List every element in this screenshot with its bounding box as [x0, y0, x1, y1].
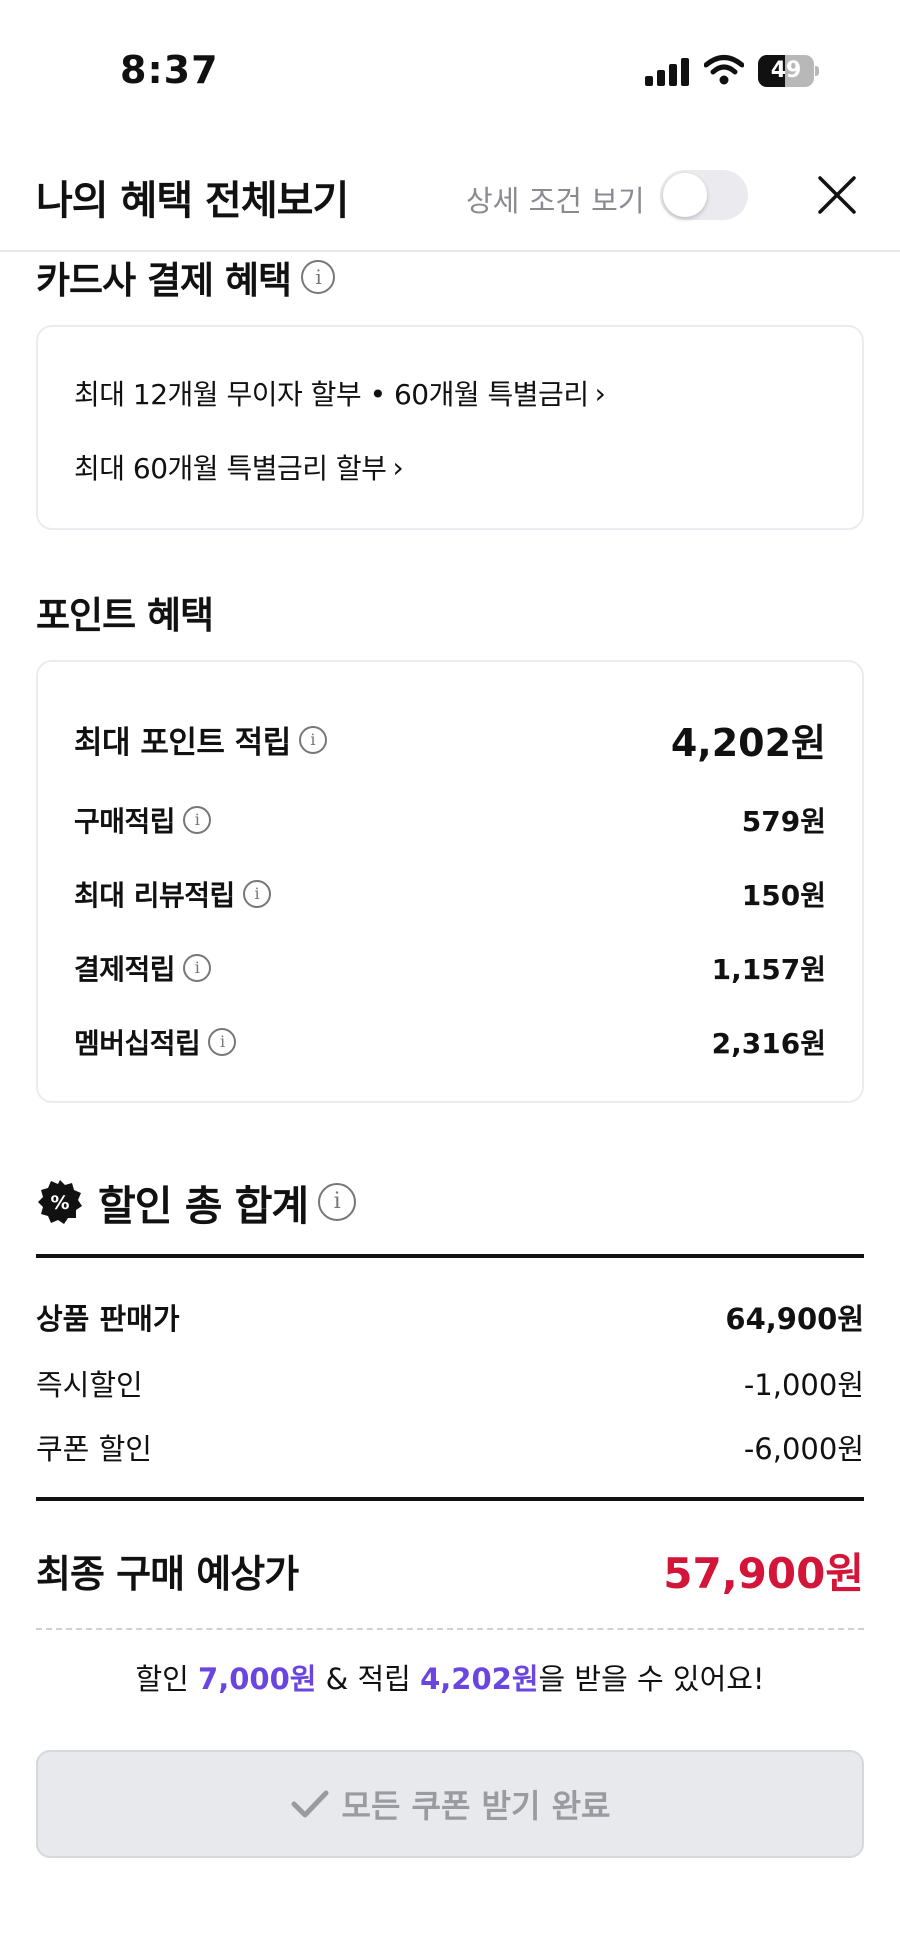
sum-row-coupon-discount: 쿠폰 할인 -6,000원: [36, 1432, 864, 1466]
status-bar: 8:37 49: [0, 0, 900, 130]
checkmark-icon: [291, 1790, 329, 1818]
summary-discount-amount: 7,000원: [198, 1662, 317, 1696]
battery-icon: 49: [758, 55, 819, 87]
chevron-right-icon: ›: [392, 450, 404, 484]
divider: [36, 1497, 864, 1501]
max-point-row: 최대 포인트 적립 i 4,202원: [74, 712, 826, 767]
divider: [36, 1254, 864, 1258]
detail-conditions-toggle[interactable]: [660, 170, 748, 220]
point-benefits-card: 최대 포인트 적립 i 4,202원 구매적립 i 579원 최대 리뷰적립 i…: [36, 660, 864, 1103]
info-icon[interactable]: i: [298, 725, 327, 754]
chevron-right-icon: ›: [594, 376, 606, 410]
sum-row-instant-discount: 즉시할인 -1,000원: [36, 1368, 864, 1402]
card-benefit-link-installment[interactable]: 최대 12개월 무이자 할부 • 60개월 특별금리 ›: [74, 373, 606, 413]
card-benefit-link-special-rate[interactable]: 최대 60개월 특별금리 할부 ›: [74, 447, 404, 487]
card-benefits-title: 카드사 결제 혜택 i: [36, 250, 336, 304]
final-price-value: 57,900원: [663, 1549, 864, 1598]
point-row-payment: 결제적립 i 1,157원: [74, 953, 826, 986]
info-icon[interactable]: i: [242, 880, 271, 908]
discount-total-header: % 할인 총 합계 i: [36, 1172, 357, 1232]
info-icon[interactable]: i: [301, 260, 336, 294]
max-point-value: 4,202원: [670, 721, 826, 765]
info-icon[interactable]: i: [183, 806, 212, 834]
close-icon[interactable]: [812, 170, 862, 220]
status-time: 8:37: [120, 48, 219, 92]
svg-text:%: %: [50, 1192, 69, 1214]
sum-row-list-price: 상품 판매가 64,900원: [36, 1302, 864, 1336]
summary-points-amount: 4,202원: [420, 1662, 539, 1696]
wifi-icon: [704, 55, 744, 85]
info-icon[interactable]: i: [208, 1028, 237, 1056]
detail-toggle-label: 상세 조건 보기: [466, 184, 645, 218]
all-coupons-received-button[interactable]: 모든 쿠폰 받기 완료: [36, 1750, 864, 1858]
point-row-purchase: 구매적립 i 579원: [74, 805, 826, 838]
final-price-row: 최종 구매 예상가 57,900원: [36, 1540, 864, 1601]
sheet-header: 나의 혜택 전체보기 상세 조건 보기: [0, 140, 900, 252]
percent-badge-icon: %: [38, 1180, 82, 1224]
dashed-divider: [36, 1628, 864, 1630]
point-benefits-title: 포인트 혜택: [36, 594, 214, 637]
final-price-label: 최종 구매 예상가: [36, 1552, 299, 1596]
cellular-signal-icon: [645, 58, 689, 86]
info-icon[interactable]: i: [183, 954, 212, 982]
page-title: 나의 혜택 전체보기: [36, 178, 349, 224]
max-point-label: 최대 포인트 적립: [74, 725, 291, 761]
point-row-review: 최대 리뷰적립 i 150원: [74, 879, 826, 912]
point-row-membership: 멤버십적립 i 2,316원: [74, 1027, 826, 1060]
card-benefits-card: 최대 12개월 무이자 할부 • 60개월 특별금리 › 최대 60개월 특별금…: [36, 325, 864, 530]
info-icon[interactable]: i: [318, 1183, 357, 1221]
discount-total-title: 할인 총 합계: [98, 1182, 309, 1230]
benefit-summary-text: 할인 7,000원 & 적립 4,202원을 받을 수 있어요!: [135, 1662, 765, 1696]
battery-percent: 49: [770, 58, 802, 83]
toggle-knob: [663, 173, 707, 217]
